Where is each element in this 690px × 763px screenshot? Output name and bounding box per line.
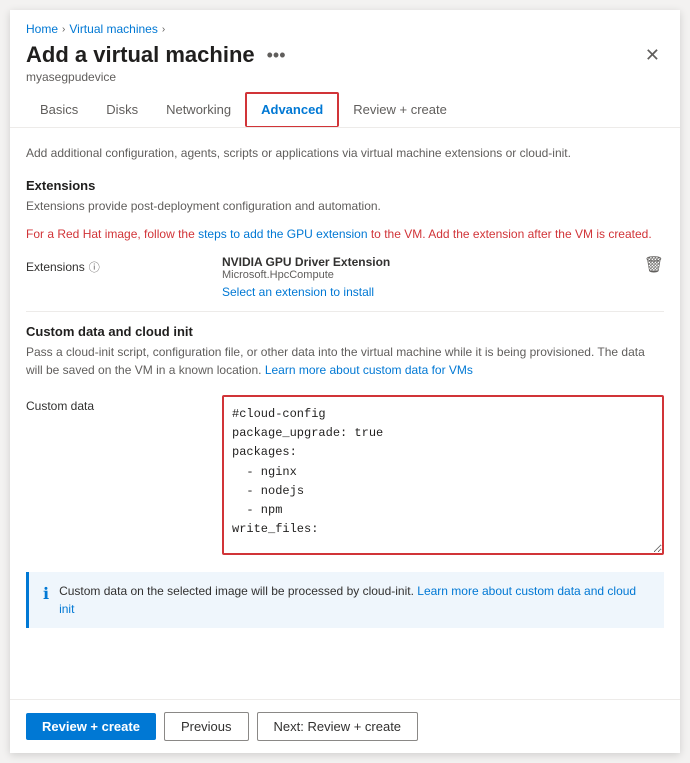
delete-extension-icon[interactable]: 🗑 xyxy=(644,255,664,275)
extensions-value: NVIDIA GPU Driver Extension Microsoft.Hp… xyxy=(222,255,628,299)
redhat-notice: For a Red Hat image, follow the steps to… xyxy=(26,225,664,243)
custom-data-field-row: Custom data xyxy=(26,395,664,558)
footer: Review + create Previous Next: Review + … xyxy=(10,699,680,753)
extensions-label: Extensions ⓘ xyxy=(26,255,206,275)
divider xyxy=(26,311,664,312)
custom-data-section: Custom data and cloud init Pass a cloud-… xyxy=(26,324,664,558)
breadcrumb-vms[interactable]: Virtual machines xyxy=(69,22,158,36)
breadcrumb: Home › Virtual machines › xyxy=(10,10,680,36)
top-description: Add additional configuration, agents, sc… xyxy=(26,144,664,162)
review-create-button[interactable]: Review + create xyxy=(26,713,156,740)
breadcrumb-home[interactable]: Home xyxy=(26,22,58,36)
custom-data-textarea[interactable] xyxy=(222,395,664,555)
learn-more-link[interactable]: Learn more about custom data for VMs xyxy=(265,363,473,377)
chevron-icon: › xyxy=(62,24,65,35)
custom-data-title: Custom data and cloud init xyxy=(26,324,664,339)
tab-review-create[interactable]: Review + create xyxy=(339,92,461,127)
extension-sub: Microsoft.HpcCompute xyxy=(222,269,628,281)
extensions-title: Extensions xyxy=(26,178,664,193)
subtitle: myasegpudevice xyxy=(10,70,680,92)
extension-name: NVIDIA GPU Driver Extension xyxy=(222,255,628,269)
tab-disks[interactable]: Disks xyxy=(92,92,152,127)
extensions-section: Extensions Extensions provide post-deplo… xyxy=(26,178,664,299)
extensions-field-row: Extensions ⓘ NVIDIA GPU Driver Extension… xyxy=(26,255,664,299)
tab-basics[interactable]: Basics xyxy=(26,92,92,127)
custom-data-value xyxy=(222,395,664,558)
custom-data-label: Custom data xyxy=(26,395,206,413)
redhat-link[interactable]: steps to add the GPU extension xyxy=(198,227,367,241)
chevron-icon-2: › xyxy=(162,24,165,35)
extensions-description: Extensions provide post-deployment confi… xyxy=(26,197,664,215)
page-title: Add a virtual machine xyxy=(26,42,255,68)
content-area: Add additional configuration, agents, sc… xyxy=(10,128,680,699)
info-bar-text: Custom data on the selected image will b… xyxy=(59,584,414,598)
tab-networking[interactable]: Networking xyxy=(152,92,245,127)
extensions-info-icon[interactable]: ⓘ xyxy=(89,259,100,275)
tabs-bar: Basics Disks Networking Advanced Review … xyxy=(10,92,680,128)
more-options-icon[interactable]: ••• xyxy=(263,43,290,68)
select-extension-link[interactable]: Select an extension to install xyxy=(222,285,374,299)
custom-data-description: Pass a cloud-init script, configuration … xyxy=(26,343,664,379)
next-button[interactable]: Next: Review + create xyxy=(257,712,419,741)
title-group: Add a virtual machine ••• xyxy=(26,42,290,68)
header-row: Add a virtual machine ••• ✕ xyxy=(10,36,680,70)
close-icon[interactable]: ✕ xyxy=(641,43,664,68)
info-circle-icon: ℹ xyxy=(43,583,49,607)
previous-button[interactable]: Previous xyxy=(164,712,249,741)
main-panel: Home › Virtual machines › Add a virtual … xyxy=(10,10,680,753)
info-bar: ℹ Custom data on the selected image will… xyxy=(26,572,664,628)
tab-advanced[interactable]: Advanced xyxy=(245,92,339,127)
